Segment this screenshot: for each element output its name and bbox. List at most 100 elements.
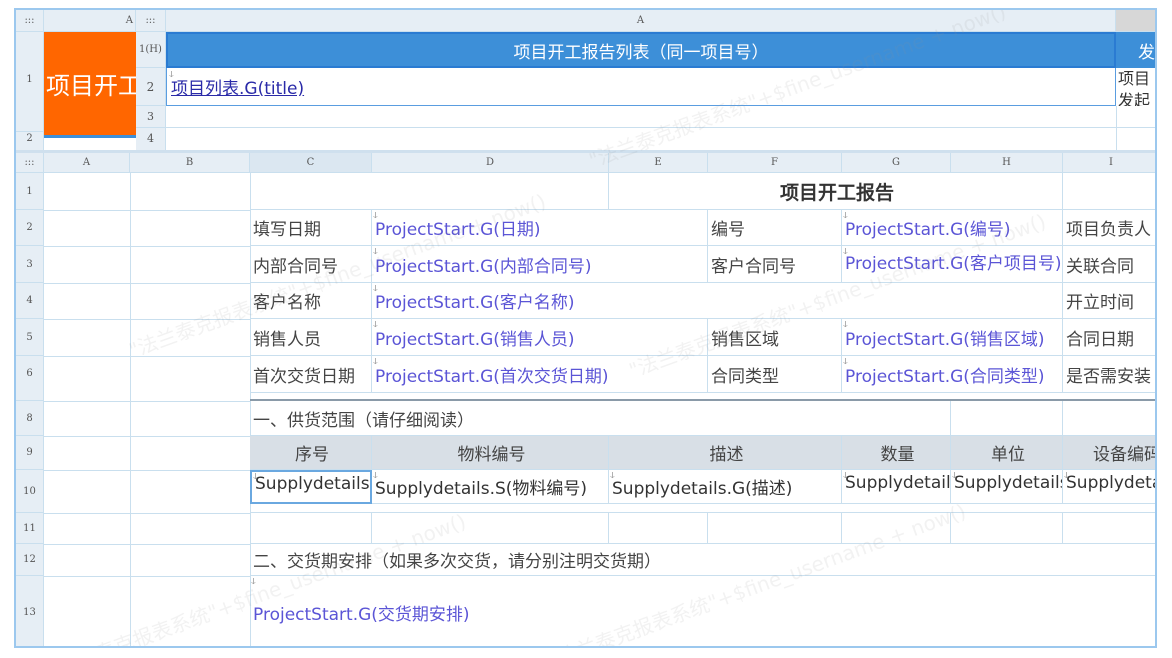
col-header-i[interactable]: I xyxy=(1063,153,1155,173)
cell-e11[interactable] xyxy=(609,513,708,544)
row-header-13[interactable]: 13 xyxy=(16,576,44,646)
install-label[interactable]: 是否需安装 xyxy=(1063,356,1155,393)
number-label[interactable]: 编号 xyxy=(708,210,842,246)
supply-cell-desc[interactable]: ↆ Supplydetails.G(描述) xyxy=(609,470,842,504)
customer-contract-field[interactable]: ↆ ProjectStart.G(客户项目号) xyxy=(842,246,1063,283)
top-left-corner[interactable]: ::: xyxy=(16,10,44,32)
cell-marker-icon: ↆ xyxy=(843,471,848,481)
supply-header-material[interactable]: 物料编号 xyxy=(372,436,609,470)
fill-date-label[interactable]: 填写日期 xyxy=(250,210,372,246)
row-header-9[interactable]: 9 xyxy=(16,436,44,470)
fill-date-field[interactable]: ↆ ProjectStart.G(日期) xyxy=(372,210,708,246)
supply-no-value: Supplydetails xyxy=(255,474,370,494)
row-header-11[interactable]: 11 xyxy=(16,513,44,544)
related-contract-label[interactable]: 关联合同 xyxy=(1063,246,1155,283)
list-title-bar-cut[interactable]: 发 xyxy=(1116,32,1155,68)
supply-header-equip[interactable]: 设备编码 xyxy=(1063,436,1155,470)
number-field[interactable]: ↆ ProjectStart.G(编号) xyxy=(842,210,1063,246)
top-right-col-b[interactable] xyxy=(1116,10,1155,32)
row-header-6[interactable]: 6 xyxy=(16,356,44,401)
top-right-row-3[interactable]: 3 xyxy=(136,106,166,128)
cell-c1[interactable] xyxy=(250,173,609,210)
customer-contract-value: ProjectStart.G(客户项目号) xyxy=(845,254,1062,274)
row-header-4[interactable]: 4 xyxy=(16,283,44,319)
top-right-row-4[interactable]: 4 xyxy=(136,128,166,150)
open-time-label[interactable]: 开立时间 xyxy=(1063,283,1155,319)
supply-material-value: Supplydetails.S(物料编号) xyxy=(375,479,588,499)
grid-corner[interactable]: ::: xyxy=(16,153,44,173)
row-header-1[interactable]: 1 xyxy=(16,173,44,210)
report-title[interactable]: 项目开工报告 xyxy=(609,173,1063,210)
cell-f11[interactable] xyxy=(708,513,842,544)
cell-i1[interactable] xyxy=(1063,173,1155,210)
col-header-c[interactable]: C xyxy=(250,153,372,173)
first-delivery-field[interactable]: ↆ ProjectStart.G(首次交货日期) xyxy=(372,356,708,393)
hidden-row-7[interactable] xyxy=(250,393,1155,401)
row-header-5[interactable]: 5 xyxy=(16,319,44,356)
row-header-12[interactable]: 12 xyxy=(16,544,44,576)
delivery-section-title[interactable]: 二、交货期安排（如果多次交货，请分别注明交货期） xyxy=(250,544,1155,576)
internal-contract-field[interactable]: ↆ ProjectStart.G(内部合同号) xyxy=(372,246,708,283)
supply-cell-equip[interactable]: ↆSupplydetails xyxy=(1063,470,1155,504)
top-divider xyxy=(1116,106,1117,150)
customer-name-label[interactable]: 客户名称 xyxy=(250,283,372,319)
supply-cell-unit[interactable]: ↆ Supplydetails xyxy=(951,470,1063,504)
top-right-col-a[interactable]: A xyxy=(166,10,1116,32)
sales-field[interactable]: ↆ ProjectStart.G(销售人员) xyxy=(372,319,708,356)
col-header-d[interactable]: D xyxy=(372,153,609,173)
pm-label[interactable]: 项目负责人 xyxy=(1063,210,1155,246)
contract-date-label[interactable]: 合同日期 xyxy=(1063,319,1155,356)
supply-cell-material[interactable]: ↆ Supplydetails.S(物料编号) xyxy=(372,470,609,504)
contract-type-field[interactable]: ↆ ProjectStart.G(合同类型) xyxy=(842,356,1063,393)
supply-cell-qty[interactable]: ↆ Supplydetails xyxy=(842,470,951,504)
list-field-link[interactable]: 项目列表.G(title) xyxy=(171,74,304,99)
customer-name-field[interactable]: ↆ ProjectStart.G(客户名称) xyxy=(372,283,1063,319)
supply-header-desc[interactable]: 描述 xyxy=(609,436,842,470)
customer-name-value: ProjectStart.G(客户名称) xyxy=(375,293,575,313)
orange-title-cell[interactable]: 项目开工 xyxy=(44,32,136,138)
row-header-8[interactable]: 8 xyxy=(16,401,44,436)
col-header-g[interactable]: G xyxy=(842,153,951,173)
top-right-row-1h[interactable]: 1(H) xyxy=(136,32,166,68)
supply-header-unit[interactable]: 单位 xyxy=(951,436,1063,470)
list-field-cell[interactable]: ↆ 项目列表.G(title) xyxy=(166,68,1116,106)
sales-region-label[interactable]: 销售区域 xyxy=(708,319,842,356)
row-header-10[interactable]: 10 xyxy=(16,470,44,513)
supply-cell-no[interactable]: ↆ Supplydetails xyxy=(250,470,372,504)
first-delivery-label[interactable]: 首次交货日期 xyxy=(250,356,372,393)
cell-g11[interactable] xyxy=(842,513,951,544)
top-right-row-2[interactable]: 2 xyxy=(136,68,166,106)
delivery-field[interactable]: ↆ ProjectStart.G(交货期安排) xyxy=(250,576,1155,646)
row-line xyxy=(44,513,250,514)
row-header-3[interactable]: 3 xyxy=(16,246,44,283)
top-left-row-1[interactable]: 1 xyxy=(16,32,44,132)
cell-i11[interactable] xyxy=(1063,513,1155,544)
contract-type-label[interactable]: 合同类型 xyxy=(708,356,842,393)
cell-d11[interactable] xyxy=(372,513,609,544)
cell-i8[interactable] xyxy=(1063,401,1155,436)
supply-header-no[interactable]: 序号 xyxy=(250,436,372,470)
col-header-h[interactable]: H xyxy=(951,153,1063,173)
row-header-2[interactable]: 2 xyxy=(16,210,44,246)
cell-h11[interactable] xyxy=(951,513,1063,544)
list-title-bar[interactable]: 项目开工报告列表（同一项目号） xyxy=(166,32,1116,68)
internal-contract-label[interactable]: 内部合同号 xyxy=(250,246,372,283)
contract-type-value: ProjectStart.G(合同类型) xyxy=(845,366,1045,387)
col-header-b[interactable]: B xyxy=(130,153,250,173)
top-left-col-a[interactable]: A xyxy=(44,10,136,32)
list-field-cell-cut[interactable]: 项目 发起 xyxy=(1116,68,1155,106)
col-header-e[interactable]: E xyxy=(609,153,708,173)
sales-label[interactable]: 销售人员 xyxy=(250,319,372,356)
supply-header-qty[interactable]: 数量 xyxy=(842,436,951,470)
col-header-a[interactable]: A xyxy=(44,153,130,173)
cell-c11[interactable] xyxy=(250,513,372,544)
customer-contract-label[interactable]: 客户合同号 xyxy=(708,246,842,283)
top-row-3[interactable] xyxy=(166,106,1155,128)
col-header-f[interactable]: F xyxy=(708,153,842,173)
top-right-corner[interactable]: ::: xyxy=(136,10,166,32)
first-delivery-value: ProjectStart.G(首次交货日期) xyxy=(375,366,609,387)
cell-h8[interactable] xyxy=(951,401,1063,436)
supply-section-title[interactable]: 一、供货范围（请仔细阅读） xyxy=(250,401,951,436)
sales-region-field[interactable]: ↆ ProjectStart.G(销售区域) xyxy=(842,319,1063,356)
top-left-row-2[interactable]: 2 xyxy=(16,132,44,150)
